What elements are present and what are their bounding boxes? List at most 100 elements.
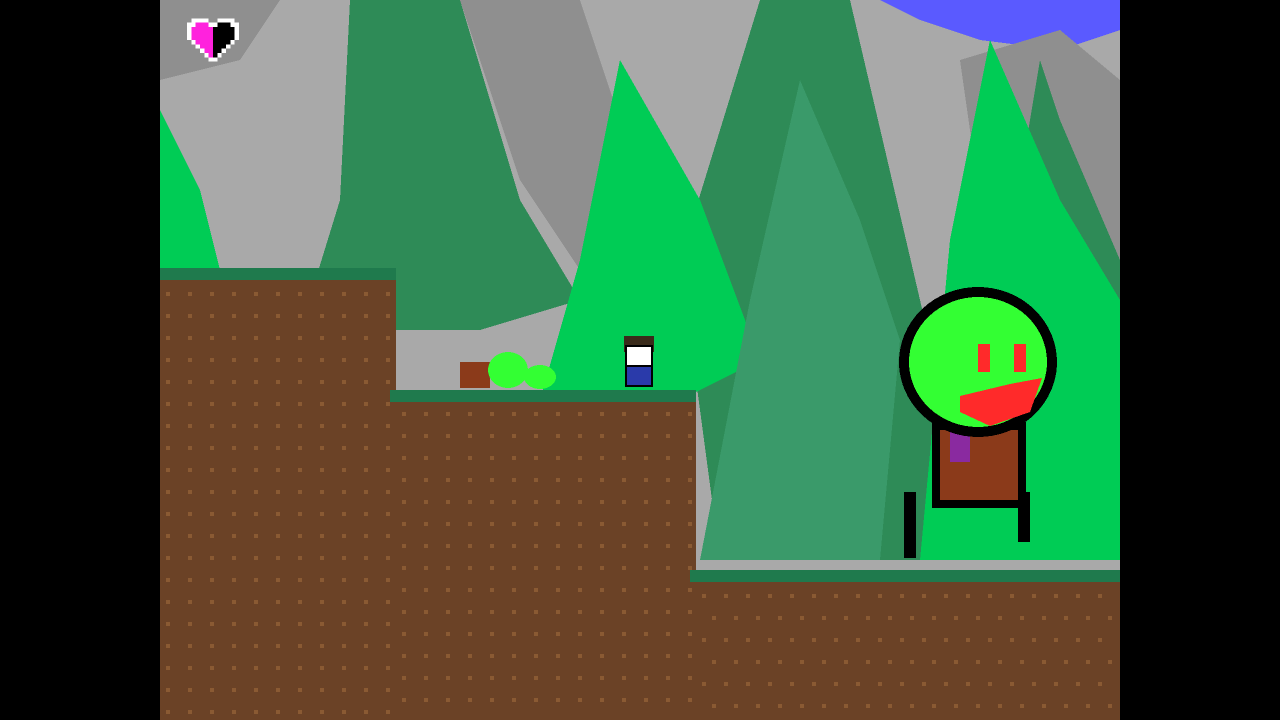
dirt-speck — [386, 622, 390, 626]
dirt-speck — [556, 544, 560, 548]
dirt-speck — [834, 594, 838, 598]
dirt-speck — [534, 698, 538, 702]
dirt-speck — [768, 682, 772, 686]
dirt-speck — [364, 556, 368, 560]
dirt-speck — [468, 544, 472, 548]
dirt-speck — [210, 446, 214, 450]
dirt-speck — [210, 688, 214, 692]
dirt-speck — [856, 638, 860, 642]
dirt-speck — [320, 644, 324, 648]
dirt-speck — [298, 688, 302, 692]
dirt-speck — [812, 682, 816, 686]
dirt-speck — [276, 512, 280, 516]
dirt-speck — [800, 660, 804, 664]
dirt-speck — [1042, 704, 1046, 708]
dirt-speck — [512, 632, 516, 636]
dirt-speck — [468, 412, 472, 416]
dirt-speck — [702, 682, 706, 686]
player-character[interactable] — [624, 336, 654, 387]
dirt-speck — [944, 638, 948, 642]
dirt-speck — [210, 666, 214, 670]
dirt-speck — [910, 616, 914, 620]
dirt-speck — [688, 412, 692, 416]
dirt-speck — [712, 616, 716, 620]
dirt-speck — [298, 358, 302, 362]
dirt-speck — [932, 704, 936, 708]
dirt-speck — [778, 704, 782, 708]
dirt-speck — [254, 512, 258, 516]
dirt-speck — [386, 710, 390, 714]
dirt-speck — [844, 616, 848, 620]
dirt-speck — [424, 566, 428, 570]
dirt-speck — [512, 544, 516, 548]
dirt-speck — [534, 412, 538, 416]
dirt-speck — [688, 698, 692, 702]
dirt-speck — [998, 616, 1002, 620]
dirt-speck — [386, 402, 390, 406]
dirt-speck — [644, 478, 648, 482]
dirt-speck — [276, 468, 280, 472]
dirt-speck — [644, 654, 648, 658]
dirt-speck — [188, 424, 192, 428]
dirt-speck — [232, 578, 236, 582]
dirt-speck — [188, 490, 192, 494]
dirt-speck — [386, 490, 390, 494]
dirt-speck — [446, 566, 450, 570]
dirt-speck — [386, 512, 390, 516]
grass-edge — [690, 570, 1120, 582]
dirt-speck — [188, 402, 192, 406]
dirt-speck — [342, 446, 346, 450]
dirt-speck — [1054, 638, 1058, 642]
game-viewport[interactable] — [160, 0, 1120, 720]
dirt-speck — [386, 666, 390, 670]
dirt-speck — [468, 566, 472, 570]
dirt-speck — [578, 412, 582, 416]
dirt-speck — [1020, 616, 1024, 620]
dirt-speck — [210, 402, 214, 406]
dirt-speck — [512, 676, 516, 680]
dirt-speck — [386, 314, 390, 318]
dirt-speck — [386, 380, 390, 384]
dirt-speck — [666, 478, 670, 482]
dirt-speck — [856, 594, 860, 598]
dirt-speck — [446, 654, 450, 658]
dirt-speck — [424, 434, 428, 438]
dirt-speck — [688, 434, 692, 438]
dirt-speck — [166, 534, 170, 538]
dirt-speck — [712, 704, 716, 708]
dirt-speck — [666, 500, 670, 504]
dirt-speck — [1010, 594, 1014, 598]
dirt-speck — [232, 534, 236, 538]
dirt-speck — [210, 578, 214, 582]
dirt-speck — [600, 654, 604, 658]
dirt-speck — [386, 578, 390, 582]
caterpillar-segment — [524, 365, 556, 389]
dirt-speck — [402, 434, 406, 438]
dirt-speck — [210, 644, 214, 648]
dirt-speck — [254, 446, 258, 450]
dirt-speck — [298, 292, 302, 296]
dirt-speck — [276, 710, 280, 714]
dirt-speck — [276, 336, 280, 340]
dirt-speck — [232, 292, 236, 296]
dirt-speck — [342, 512, 346, 516]
dirt-speck — [490, 434, 494, 438]
dirt-speck — [800, 704, 804, 708]
dirt-speck — [932, 660, 936, 664]
dirt-speck — [210, 600, 214, 604]
dirt-speck — [232, 490, 236, 494]
dirt-speck — [534, 456, 538, 460]
dirt-speck — [866, 616, 870, 620]
dirt-speck — [342, 600, 346, 604]
dirt-speck — [622, 500, 626, 504]
dirt-speck — [556, 610, 560, 614]
dirt-speck — [402, 654, 406, 658]
dirt-speck — [232, 710, 236, 714]
dirt-speck — [166, 666, 170, 670]
dirt-speck — [688, 522, 692, 526]
dirt-speck — [688, 456, 692, 460]
game-scene[interactable] — [160, 0, 1120, 720]
dirt-speck — [688, 632, 692, 636]
dirt-speck — [402, 632, 406, 636]
dirt-speck — [386, 468, 390, 472]
